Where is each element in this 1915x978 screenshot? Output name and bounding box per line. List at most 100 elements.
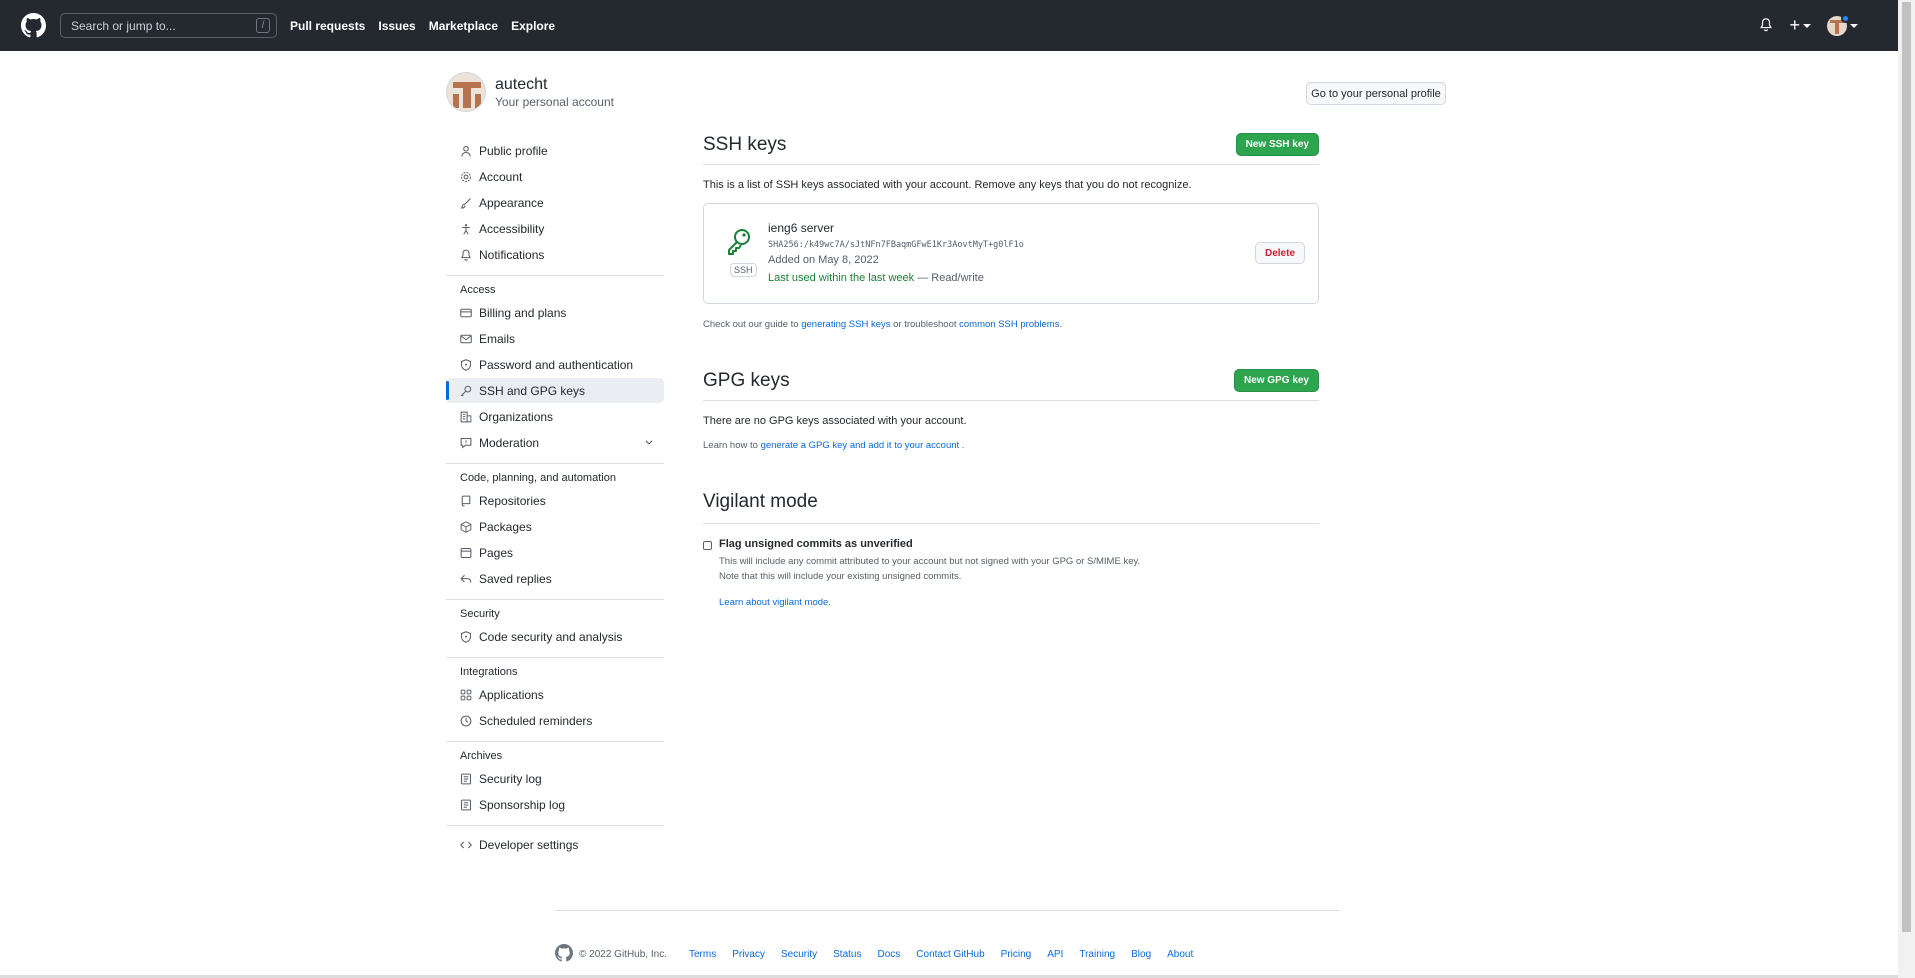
sidebar-item-organizations[interactable]: Organizations [446,404,664,429]
sidebar-heading-integrations: Integrations [460,666,518,678]
log-icon [460,773,472,785]
scrollbar-thumb[interactable] [1902,2,1911,932]
create-new-dropdown[interactable]: + [1789,15,1811,36]
credit-card-icon [460,307,472,319]
nav-issues[interactable]: Issues [378,19,415,33]
organization-icon [460,411,472,423]
sidebar-divider [446,463,664,464]
sidebar-item-emails[interactable]: Emails [446,326,664,351]
settings-sidebar: Public profile Account Appearance Access… [446,138,664,858]
bell-icon[interactable] [1759,17,1773,35]
sidebar-item-repositories[interactable]: Repositories [446,488,664,513]
report-icon [460,437,472,449]
vertical-scrollbar[interactable] [1898,0,1915,978]
sidebar-item-password-auth[interactable]: Password and authentication [446,352,664,377]
footer-link-api[interactable]: API [1047,949,1063,960]
flag-unsigned-checkbox[interactable] [703,541,712,550]
github-mark-icon[interactable] [555,944,573,965]
header-right: + [1759,0,1858,51]
sidebar-item-label: Account [479,169,523,184]
sidebar-item-billing[interactable]: Billing and plans [446,300,664,325]
gpg-section: GPG keys New GPG key There are no GPG ke… [703,369,1319,451]
ssh-key-added-date: Added on May 8, 2022 [768,254,879,266]
sidebar-item-applications[interactable]: Applications [446,682,664,707]
sidebar-item-ssh-gpg-keys[interactable]: SSH and GPG keys [446,378,664,403]
ssh-key-details: ieng6 server SHA256:/k49wc7A/sJtNFn7FBaq… [768,221,1024,284]
key-icon [460,385,472,397]
common-ssh-problems-link[interactable]: common SSH problems [959,319,1059,330]
footer-link-contact[interactable]: Contact GitHub [916,949,984,960]
footer: © 2022 GitHub, Inc. Terms Privacy Securi… [555,944,1209,965]
search-shortcut-hint: / [256,18,270,33]
footer-link-status[interactable]: Status [833,949,861,960]
sidebar-item-label: SSH and GPG keys [479,383,586,398]
sidebar-item-public-profile[interactable]: Public profile [446,138,664,163]
chevron-down-icon[interactable] [644,436,654,450]
mail-icon [460,333,472,345]
copyright: © 2022 GitHub, Inc. [579,949,667,960]
note-text: . [1059,319,1063,330]
note-text: or troubleshoot [890,319,960,330]
user-menu[interactable] [1827,13,1858,36]
sidebar-item-scheduled-reminders[interactable]: Scheduled reminders [446,708,664,733]
sidebar-item-saved-replies[interactable]: Saved replies [446,566,664,591]
flag-unsigned-label[interactable]: Flag unsigned commits as unverified [719,538,913,550]
footer-link-terms[interactable]: Terms [689,949,716,960]
delete-ssh-key-button[interactable]: Delete [1255,242,1305,264]
sidebar-item-code-security[interactable]: Code security and analysis [446,624,664,649]
sidebar-item-appearance[interactable]: Appearance [446,190,664,215]
nav-pull-requests[interactable]: Pull requests [290,19,365,33]
new-gpg-key-button[interactable]: New GPG key [1233,369,1319,392]
plus-icon: + [1789,15,1800,35]
sidebar-item-moderation[interactable]: Moderation [446,430,664,455]
nav-marketplace[interactable]: Marketplace [429,19,498,33]
header-nav: Pull requests Issues Marketplace Explore [290,19,555,33]
footer-link-docs[interactable]: Docs [877,949,900,960]
sidebar-item-label: Notifications [479,247,545,262]
ssh-key-fingerprint: SHA256:/k49wc7A/sJtNFn7FBaqmGFwE1Kr3Aovt… [768,240,1024,250]
shield-lock-icon [460,358,472,371]
gpg-help-note: Learn how to generate a GPG key and add … [703,440,1319,451]
sidebar-item-label: Accessibility [479,221,545,236]
sidebar-item-notifications[interactable]: Notifications [446,242,664,267]
footer-link-training[interactable]: Training [1079,949,1115,960]
key-icon [726,228,752,256]
sidebar-item-accessibility[interactable]: Accessibility [446,216,664,241]
search-input[interactable]: Search or jump to... / [60,13,277,38]
sidebar-item-sponsorship-log[interactable]: Sponsorship log [446,792,664,817]
top-header: Search or jump to... / Pull requests Iss… [0,0,1898,51]
sidebar-item-label: Code security and analysis [479,629,623,644]
new-ssh-key-button[interactable]: New SSH key [1235,133,1319,156]
footer-link-about[interactable]: About [1167,949,1193,960]
sidebar-heading-security: Security [460,608,500,620]
sidebar-item-packages[interactable]: Packages [446,514,664,539]
footer-link-pricing[interactable]: Pricing [1001,949,1032,960]
sidebar-item-pages[interactable]: Pages [446,540,664,565]
sidebar-divider [446,657,664,658]
footer-link-blog[interactable]: Blog [1131,949,1151,960]
access-level: — Read/write [914,272,984,284]
learn-vigilant-mode-link[interactable]: Learn about vigilant mode. [719,597,1319,608]
note-text: Check out our guide to [703,319,802,330]
sidebar-item-developer-settings[interactable]: Developer settings [446,832,664,857]
sidebar-heading-archives: Archives [460,750,503,762]
ssh-key-item: SSH ieng6 server SHA256:/k49wc7A/sJtNFn7… [703,203,1319,304]
note-text: Learn how to [703,440,761,451]
generating-ssh-keys-link[interactable]: generating SSH keys [801,319,890,330]
ssh-label-badge: SSH [730,263,757,277]
nav-explore[interactable]: Explore [511,19,555,33]
bell-icon [460,249,472,261]
footer-link-privacy[interactable]: Privacy [732,949,765,960]
footer-link-security[interactable]: Security [781,949,817,960]
avatar[interactable] [446,72,486,112]
go-to-profile-button[interactable]: Go to your personal profile [1306,82,1446,105]
sidebar-item-label: Saved replies [479,571,552,586]
log-icon [460,799,472,811]
github-logo-icon[interactable] [21,13,46,38]
generate-gpg-key-link[interactable]: generate a GPG key and add it to your ac… [761,440,960,451]
sidebar-item-security-log[interactable]: Security log [446,766,664,791]
sidebar-item-label: Emails [479,331,516,346]
account-name[interactable]: autecht [495,76,614,94]
sidebar-item-account[interactable]: Account [446,164,664,189]
sidebar-item-label: Scheduled reminders [479,713,593,728]
